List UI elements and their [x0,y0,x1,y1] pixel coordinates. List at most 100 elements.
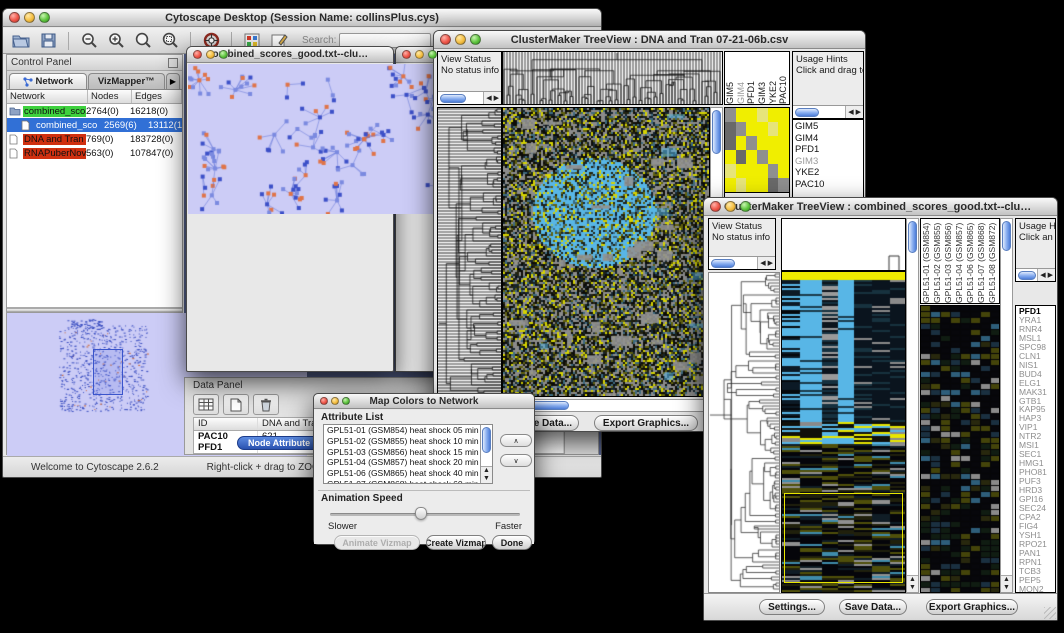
scroll-up-icon[interactable]: ▲ [481,467,492,475]
matrix-cell[interactable] [768,150,779,164]
matrix-cell[interactable] [778,108,789,122]
minimize-button[interactable] [24,12,35,23]
scrollbar-thumb[interactable] [1002,221,1011,251]
matrix-cell[interactable] [736,178,747,192]
network-overview[interactable] [7,312,182,422]
row-label[interactable]: GIM5 [795,121,863,133]
attribute-list-item[interactable]: GPL51-01 (GSM854) heat shock 05 min [324,425,492,436]
delete-attribute-icon[interactable] [253,394,279,415]
zoom-fit-icon[interactable] [131,30,155,51]
overview-viewport-rect[interactable] [93,349,123,395]
column-label[interactable]: GPL51-07 (GSM868) [976,219,987,303]
column-label[interactable]: GPL51-03 (GSM856) [943,219,954,303]
usage-hints-scrollbar[interactable]: ◀▶ [1016,268,1055,281]
matrix-cell[interactable] [736,150,747,164]
matrix-cell[interactable] [725,136,736,150]
network-list-row[interactable]: combined_scores2764(0)16218(0) [7,104,182,118]
maximize-button[interactable] [740,201,751,212]
similarity-matrix[interactable] [724,107,790,193]
network-list-row[interactable]: combined_sco2569(6)13112(15) [7,118,182,132]
scroll-up-icon[interactable]: ▲ [1001,576,1012,584]
minimize-button[interactable] [206,50,215,59]
new-attribute-icon[interactable] [223,394,249,415]
view-status-scrollbar[interactable]: ◀▶ [709,256,775,269]
treeview2-subheatmap[interactable] [920,305,1000,593]
row-dendrogram[interactable] [437,107,502,397]
matrix-cell[interactable] [746,178,757,192]
attribute-list-item[interactable]: GPL51-03 (GSM856) heat shock 15 min [324,447,492,458]
column-label[interactable]: GPL51-08 (GSM872) [987,219,998,303]
treeview2-titlebar[interactable]: ClusterMaker TreeView : combined_scores_… [704,198,1057,216]
maximize-button[interactable] [219,50,228,59]
column-label[interactable]: GIM3 [757,52,768,104]
minimize-button[interactable] [455,34,466,45]
column-label[interactable]: GPL51-04 (GSM857) [954,219,965,303]
matrix-cell[interactable] [768,122,779,136]
column-label[interactable]: GPL51-01 (GSM854) [921,219,932,303]
maximize-button[interactable] [428,50,437,59]
attribute-listbox[interactable]: GPL51-01 (GSM854) heat shock 05 minGPL51… [323,424,493,484]
scroll-down-icon[interactable]: ▼ [481,475,492,483]
scrollbar-thumb[interactable] [482,427,491,453]
column-network[interactable]: Network [7,90,88,103]
save-session-button[interactable] [36,30,60,51]
scroll-right-icon[interactable]: ▶ [856,108,861,116]
scroll-right-icon[interactable]: ▶ [1048,271,1053,279]
matrix-cell[interactable] [757,122,768,136]
scrollbar-thumb[interactable] [908,221,917,253]
column-label[interactable]: YKE2 [768,52,779,104]
column-label[interactable]: GPL51-02 (GSM855) [932,219,943,303]
matrix-cell[interactable] [736,136,747,150]
listbox-scrollbar[interactable]: ▲▼ [480,425,492,483]
scrollbar-thumb[interactable] [712,110,721,154]
row-label[interactable]: MON2 [1019,585,1055,593]
settings--button[interactable]: Settings... [759,599,825,615]
matrix-cell[interactable] [778,178,789,192]
export-graphics--button[interactable]: Export Graphics... [926,599,1018,615]
network-list-row[interactable]: RNAPuberNov2+!563(0)107847(0) [7,146,182,160]
close-button[interactable] [9,12,20,23]
matrix-cell[interactable] [757,136,768,150]
heatmap-horizontal-scrollbar[interactable]: ◀▶ [502,399,723,412]
row-label[interactable]: PAC10 [795,179,863,191]
matrix-cell[interactable] [746,122,757,136]
matrix-cell[interactable] [725,122,736,136]
matrix-cell[interactable] [736,122,747,136]
matrix-cell[interactable] [768,136,779,150]
matrix-cell[interactable] [757,164,768,178]
matrix-cell[interactable] [757,108,768,122]
matrix-cell[interactable] [778,122,789,136]
close-button[interactable] [402,50,411,59]
column-label[interactable]: GPL51-06 (GSM865) [965,219,976,303]
maximize-button[interactable] [342,397,350,405]
save-data--button[interactable]: Save Data... [839,599,907,615]
close-button[interactable] [320,397,328,405]
scrollbar-thumb[interactable] [440,94,466,103]
tab-vizmapper[interactable]: VizMapper™ [88,73,166,89]
matrix-cell[interactable] [768,164,779,178]
close-button[interactable] [710,201,721,212]
treeview2-heatmap[interactable] [781,271,906,593]
attribute-list-item[interactable]: GPL51-02 (GSM855) heat shock 10 min [324,436,492,447]
zoom-out-icon[interactable] [77,30,101,51]
speed-slider-thumb[interactable] [415,507,427,520]
column-label[interactable]: PFD1 [746,52,757,104]
matrix-cell[interactable] [736,108,747,122]
matrix-cell[interactable] [746,136,757,150]
create-vizmap-button[interactable]: Create Vizmap [426,535,486,550]
matrix-cell[interactable] [725,150,736,164]
scroll-left-icon[interactable]: ◀ [760,259,765,267]
export-graphics--button[interactable]: Export Graphics... [594,415,698,431]
column-id[interactable]: ID [194,418,258,430]
view-status-scrollbar[interactable]: ◀▶ [438,91,501,104]
move-down-button[interactable]: ∨ [500,454,532,467]
network-list-row[interactable]: DNA and Tran 07769(0)183728(0) [7,132,182,146]
column-label[interactable]: PAC10 [778,52,789,104]
treeview1-heatmap[interactable] [502,107,710,397]
scrollbar-thumb[interactable] [1018,271,1036,280]
done-button[interactable]: Done [492,535,532,550]
column-dendrogram-area[interactable] [781,218,906,271]
close-button[interactable] [440,34,451,45]
scroll-left-icon[interactable]: ◀ [848,108,853,116]
matrix-cell[interactable] [746,164,757,178]
